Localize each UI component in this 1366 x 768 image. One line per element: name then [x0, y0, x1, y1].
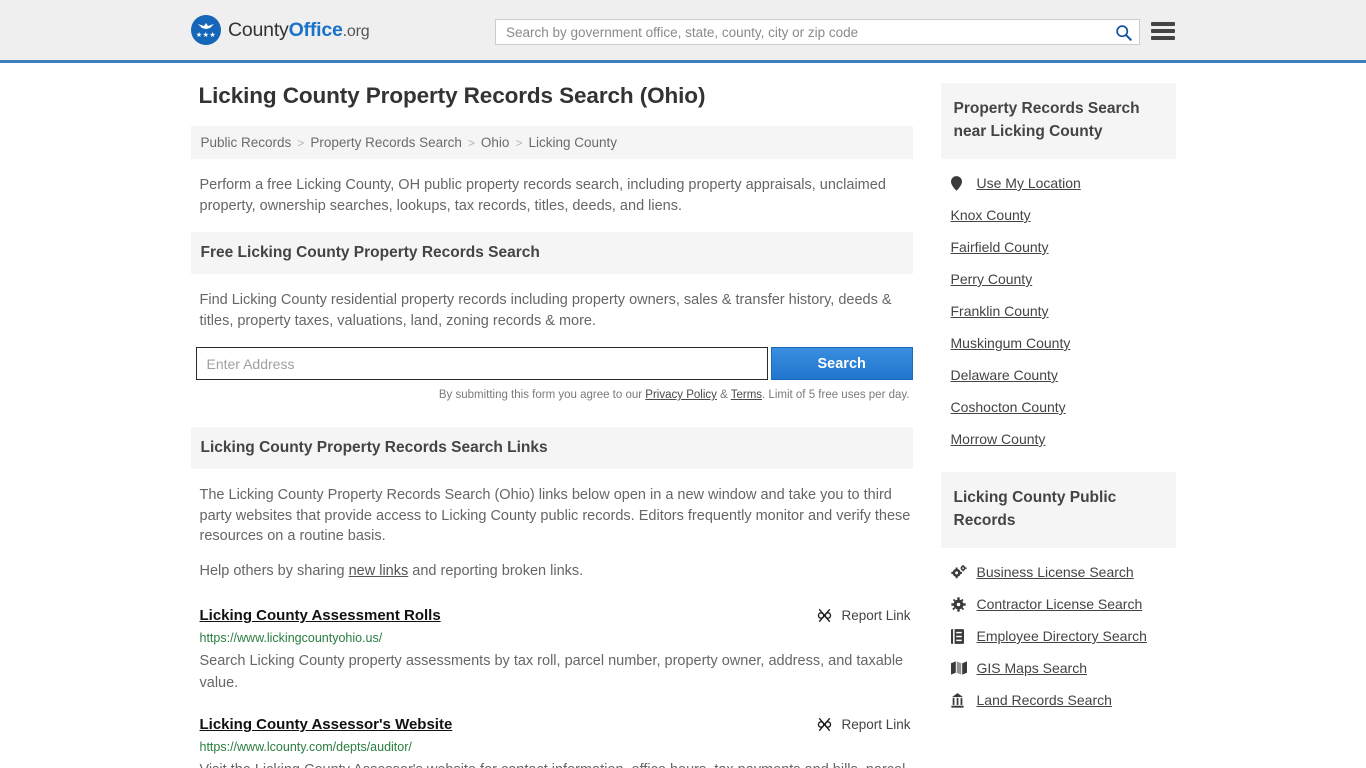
- sidebar-item-use-my-location[interactable]: Use My Location: [941, 167, 1176, 199]
- intro-paragraph: Perform a free Licking County, OH public…: [199, 177, 886, 214]
- landmark-icon: [950, 692, 968, 708]
- sidebar-link[interactable]: Delaware County: [951, 367, 1058, 383]
- logo-text-office: Office: [288, 18, 343, 41]
- sidebar-link[interactable]: Fairfield County: [951, 239, 1049, 255]
- sidebar-link[interactable]: Business License Search: [977, 564, 1134, 580]
- sidebar-link[interactable]: Knox County: [951, 207, 1031, 223]
- result-description: Visit the Licking County Assessor's webs…: [200, 759, 912, 768]
- free-search-description: Find Licking County residential property…: [199, 292, 892, 329]
- search-icon: [1115, 24, 1132, 41]
- sidebar-item-delaware-county[interactable]: Delaware County: [941, 359, 1176, 391]
- address-search-button[interactable]: Search: [770, 347, 913, 380]
- sidebar-public-records-list: Business License Search Contractor Licen…: [941, 548, 1176, 716]
- sidebar: Property Records Search near Licking Cou…: [940, 83, 1176, 716]
- cogs-icon: [950, 565, 968, 579]
- result-url[interactable]: https://www.lickingcountyohio.us/: [200, 631, 912, 645]
- logo-text-org: .org: [342, 22, 370, 40]
- site-logo[interactable]: ★★★ CountyOffice.org: [191, 15, 370, 45]
- report-link-button[interactable]: Report Link: [816, 607, 911, 624]
- sidebar-item-fairfield-county[interactable]: Fairfield County: [941, 231, 1176, 263]
- sidebar-link[interactable]: Coshocton County: [951, 399, 1066, 415]
- result-description: Search Licking County property assessmen…: [199, 653, 904, 691]
- result-title-link[interactable]: Licking County Assessment Rolls: [200, 607, 441, 624]
- legal-amp: &: [716, 389, 731, 401]
- site-header: ★★★ CountyOffice.org: [0, 0, 1366, 63]
- result-title-link[interactable]: Licking County Assessor's Website: [200, 716, 453, 733]
- hamburger-menu-icon[interactable]: [1151, 20, 1175, 42]
- stars-icon: ★★★: [195, 32, 217, 39]
- sidebar-nearby-list: Use My Location Knox County Fairfield Co…: [941, 159, 1176, 455]
- hamburger-bar: [1151, 22, 1175, 26]
- terms-link[interactable]: Terms: [731, 389, 762, 401]
- sidebar-item-coshocton-county[interactable]: Coshocton County: [941, 391, 1176, 423]
- main-content: Licking County Property Records Search (…: [190, 83, 913, 768]
- free-search-heading: Free Licking County Property Records Sea…: [190, 232, 913, 274]
- links-section-paragraph: The Licking County Property Records Sear…: [199, 487, 911, 544]
- breadcrumb-item-property-records-search[interactable]: Property Records Search: [310, 135, 462, 150]
- sidebar-link[interactable]: GIS Maps Search: [977, 660, 1088, 676]
- sidebar-item-business-license-search[interactable]: Business License Search: [941, 556, 1176, 588]
- report-link-button[interactable]: Report Link: [816, 716, 911, 733]
- id-card-icon: [950, 628, 968, 644]
- sidebar-item-land-records-search[interactable]: Land Records Search: [941, 684, 1176, 716]
- hamburger-bar: [1151, 36, 1175, 40]
- sidebar-item-muskingum-county[interactable]: Muskingum County: [941, 327, 1176, 359]
- report-link-label: Report Link: [841, 717, 911, 732]
- sidebar-link[interactable]: Land Records Search: [977, 692, 1112, 708]
- help-suffix: and reporting broken links.: [408, 562, 584, 579]
- sidebar-item-employee-directory-search[interactable]: Employee Directory Search: [941, 620, 1176, 652]
- sidebar-item-contractor-license-search[interactable]: Contractor License Search: [941, 588, 1176, 620]
- sidebar-link[interactable]: Contractor License Search: [977, 596, 1143, 612]
- breadcrumb: Public Records > Property Records Search…: [190, 126, 913, 159]
- map-icon: [950, 661, 968, 675]
- address-search-form: Search: [195, 347, 913, 380]
- breadcrumb-item-ohio[interactable]: Ohio: [481, 135, 510, 150]
- sidebar-link[interactable]: Muskingum County: [951, 335, 1071, 351]
- result-url[interactable]: https://www.lcounty.com/depts/auditor/: [200, 740, 912, 754]
- help-prefix: Help others by sharing: [199, 562, 349, 579]
- legal-prefix: By submitting this form you agree to our: [438, 389, 646, 401]
- new-links-link[interactable]: new links: [349, 563, 409, 579]
- broken-link-icon: [818, 718, 832, 731]
- report-link-label: Report Link: [841, 608, 911, 623]
- search-button[interactable]: [1107, 20, 1139, 44]
- breadcrumb-separator: >: [297, 135, 305, 150]
- breadcrumb-item-licking-county[interactable]: Licking County: [528, 135, 617, 150]
- help-share-text: Help others by sharing new links and rep…: [200, 561, 912, 582]
- header-search-bar[interactable]: [495, 19, 1140, 45]
- gear-icon: [950, 596, 968, 612]
- links-section-heading: Licking County Property Records Search L…: [190, 427, 913, 469]
- sidebar-link[interactable]: Employee Directory Search: [977, 628, 1147, 644]
- breadcrumb-item-public-records[interactable]: Public Records: [201, 135, 292, 150]
- sidebar-item-morrow-county[interactable]: Morrow County: [941, 423, 1176, 455]
- sidebar-link[interactable]: Use My Location: [977, 175, 1081, 191]
- sidebar-item-perry-county[interactable]: Perry County: [941, 263, 1176, 295]
- map-pin-icon: [950, 175, 968, 191]
- page-title: Licking County Property Records Search (…: [198, 83, 706, 108]
- sidebar-nearby-heading: Property Records Search near Licking Cou…: [940, 83, 1176, 159]
- logo-text: CountyOffice.org: [228, 18, 370, 42]
- sidebar-link[interactable]: Morrow County: [951, 431, 1046, 447]
- eagle-seal-icon: ★★★: [191, 15, 221, 45]
- address-input[interactable]: [195, 347, 768, 380]
- sidebar-link[interactable]: Perry County: [951, 271, 1033, 287]
- page-body: Licking County Property Records Search (…: [0, 63, 1366, 768]
- sidebar-item-franklin-county[interactable]: Franklin County: [941, 295, 1176, 327]
- result-item: Licking County Assessor's Website Report…: [200, 716, 912, 768]
- legal-suffix: . Limit of 5 free uses per day.: [762, 389, 910, 401]
- privacy-policy-link[interactable]: Privacy Policy: [645, 389, 717, 401]
- hamburger-bar: [1151, 29, 1175, 33]
- breadcrumb-separator: >: [467, 135, 475, 150]
- eagle-icon: [198, 23, 214, 29]
- logo-text-county: County: [228, 18, 289, 41]
- sidebar-public-records-heading: Licking County Public Records: [940, 472, 1176, 548]
- search-input[interactable]: [496, 20, 1107, 44]
- result-item: Licking County Assessment Rolls Report L…: [200, 607, 912, 694]
- form-legal-text: By submitting this form you agree to our…: [191, 389, 910, 401]
- sidebar-item-knox-county[interactable]: Knox County: [941, 199, 1176, 231]
- sidebar-item-gis-maps-search[interactable]: GIS Maps Search: [941, 652, 1176, 684]
- broken-link-icon: [818, 609, 832, 622]
- breadcrumb-separator: >: [515, 135, 523, 150]
- sidebar-link[interactable]: Franklin County: [951, 303, 1049, 319]
